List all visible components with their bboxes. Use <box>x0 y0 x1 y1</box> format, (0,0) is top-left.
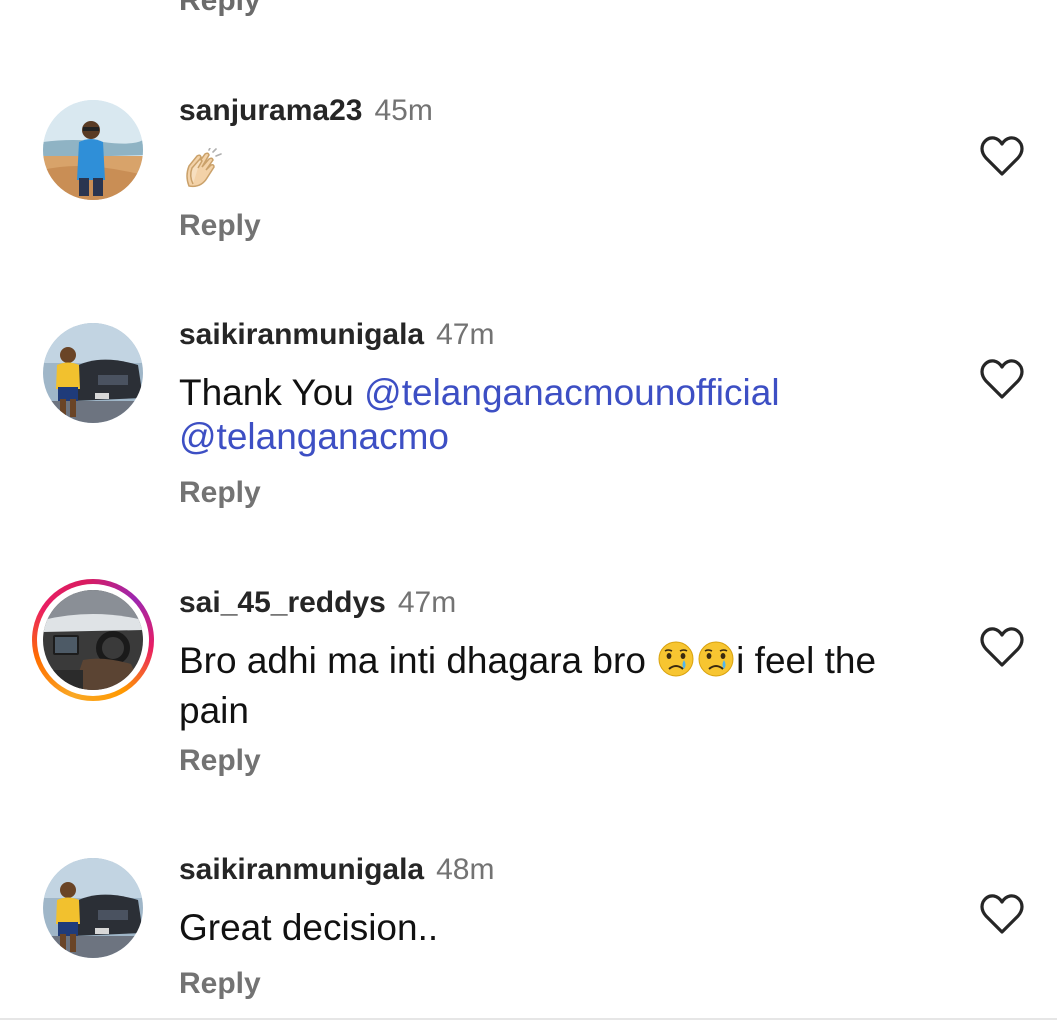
comment-username[interactable]: saikiranmunigala 47m <box>179 318 494 352</box>
clapping-hands-icon <box>179 147 223 192</box>
comment-time: 45m <box>374 94 433 127</box>
reply-button[interactable]: Reply <box>179 744 261 778</box>
reply-button[interactable]: Reply <box>179 967 261 1001</box>
reply-button[interactable]: Reply <box>179 209 261 243</box>
story-ring[interactable] <box>32 579 154 701</box>
comment-username[interactable]: sanjurama23 45m <box>179 94 433 128</box>
comment-text: Great decision.. <box>179 907 439 948</box>
heart-outline-icon[interactable] <box>978 134 1026 178</box>
divider <box>0 1018 1057 1020</box>
username-text[interactable]: sai_45_reddys <box>179 586 386 619</box>
reply-button[interactable]: Reply <box>179 0 261 18</box>
username-text[interactable]: saikiranmunigala <box>179 318 424 351</box>
comment-text: Thank You @telanganacmounofficial @telang… <box>179 372 780 457</box>
comment-username[interactable]: saikiranmunigala 48m <box>179 853 494 887</box>
avatar[interactable] <box>43 858 143 958</box>
crying-face-icon <box>656 639 696 689</box>
mention-link[interactable]: @telanganacmo <box>179 416 449 457</box>
mention-link[interactable]: @telanganacmounofficial <box>364 372 779 413</box>
avatar[interactable] <box>43 100 143 200</box>
username-text[interactable]: saikiranmunigala <box>179 853 424 886</box>
crying-face-icon <box>696 639 736 689</box>
heart-outline-icon[interactable] <box>978 892 1026 936</box>
heart-outline-icon[interactable] <box>978 357 1026 401</box>
heart-outline-icon[interactable] <box>978 625 1026 669</box>
comment-time: 47m <box>436 318 495 351</box>
username-text[interactable]: sanjurama23 <box>179 94 362 127</box>
comment-text: Bro adhi ma inti dhagara bro i feel the … <box>179 639 877 731</box>
comment-time: 48m <box>436 853 495 886</box>
reply-button[interactable]: Reply <box>179 476 261 510</box>
avatar[interactable] <box>43 590 143 690</box>
avatar[interactable] <box>43 323 143 423</box>
comment-time: 47m <box>397 586 457 619</box>
comment-username[interactable]: sai_45_reddys 47m <box>179 586 456 620</box>
